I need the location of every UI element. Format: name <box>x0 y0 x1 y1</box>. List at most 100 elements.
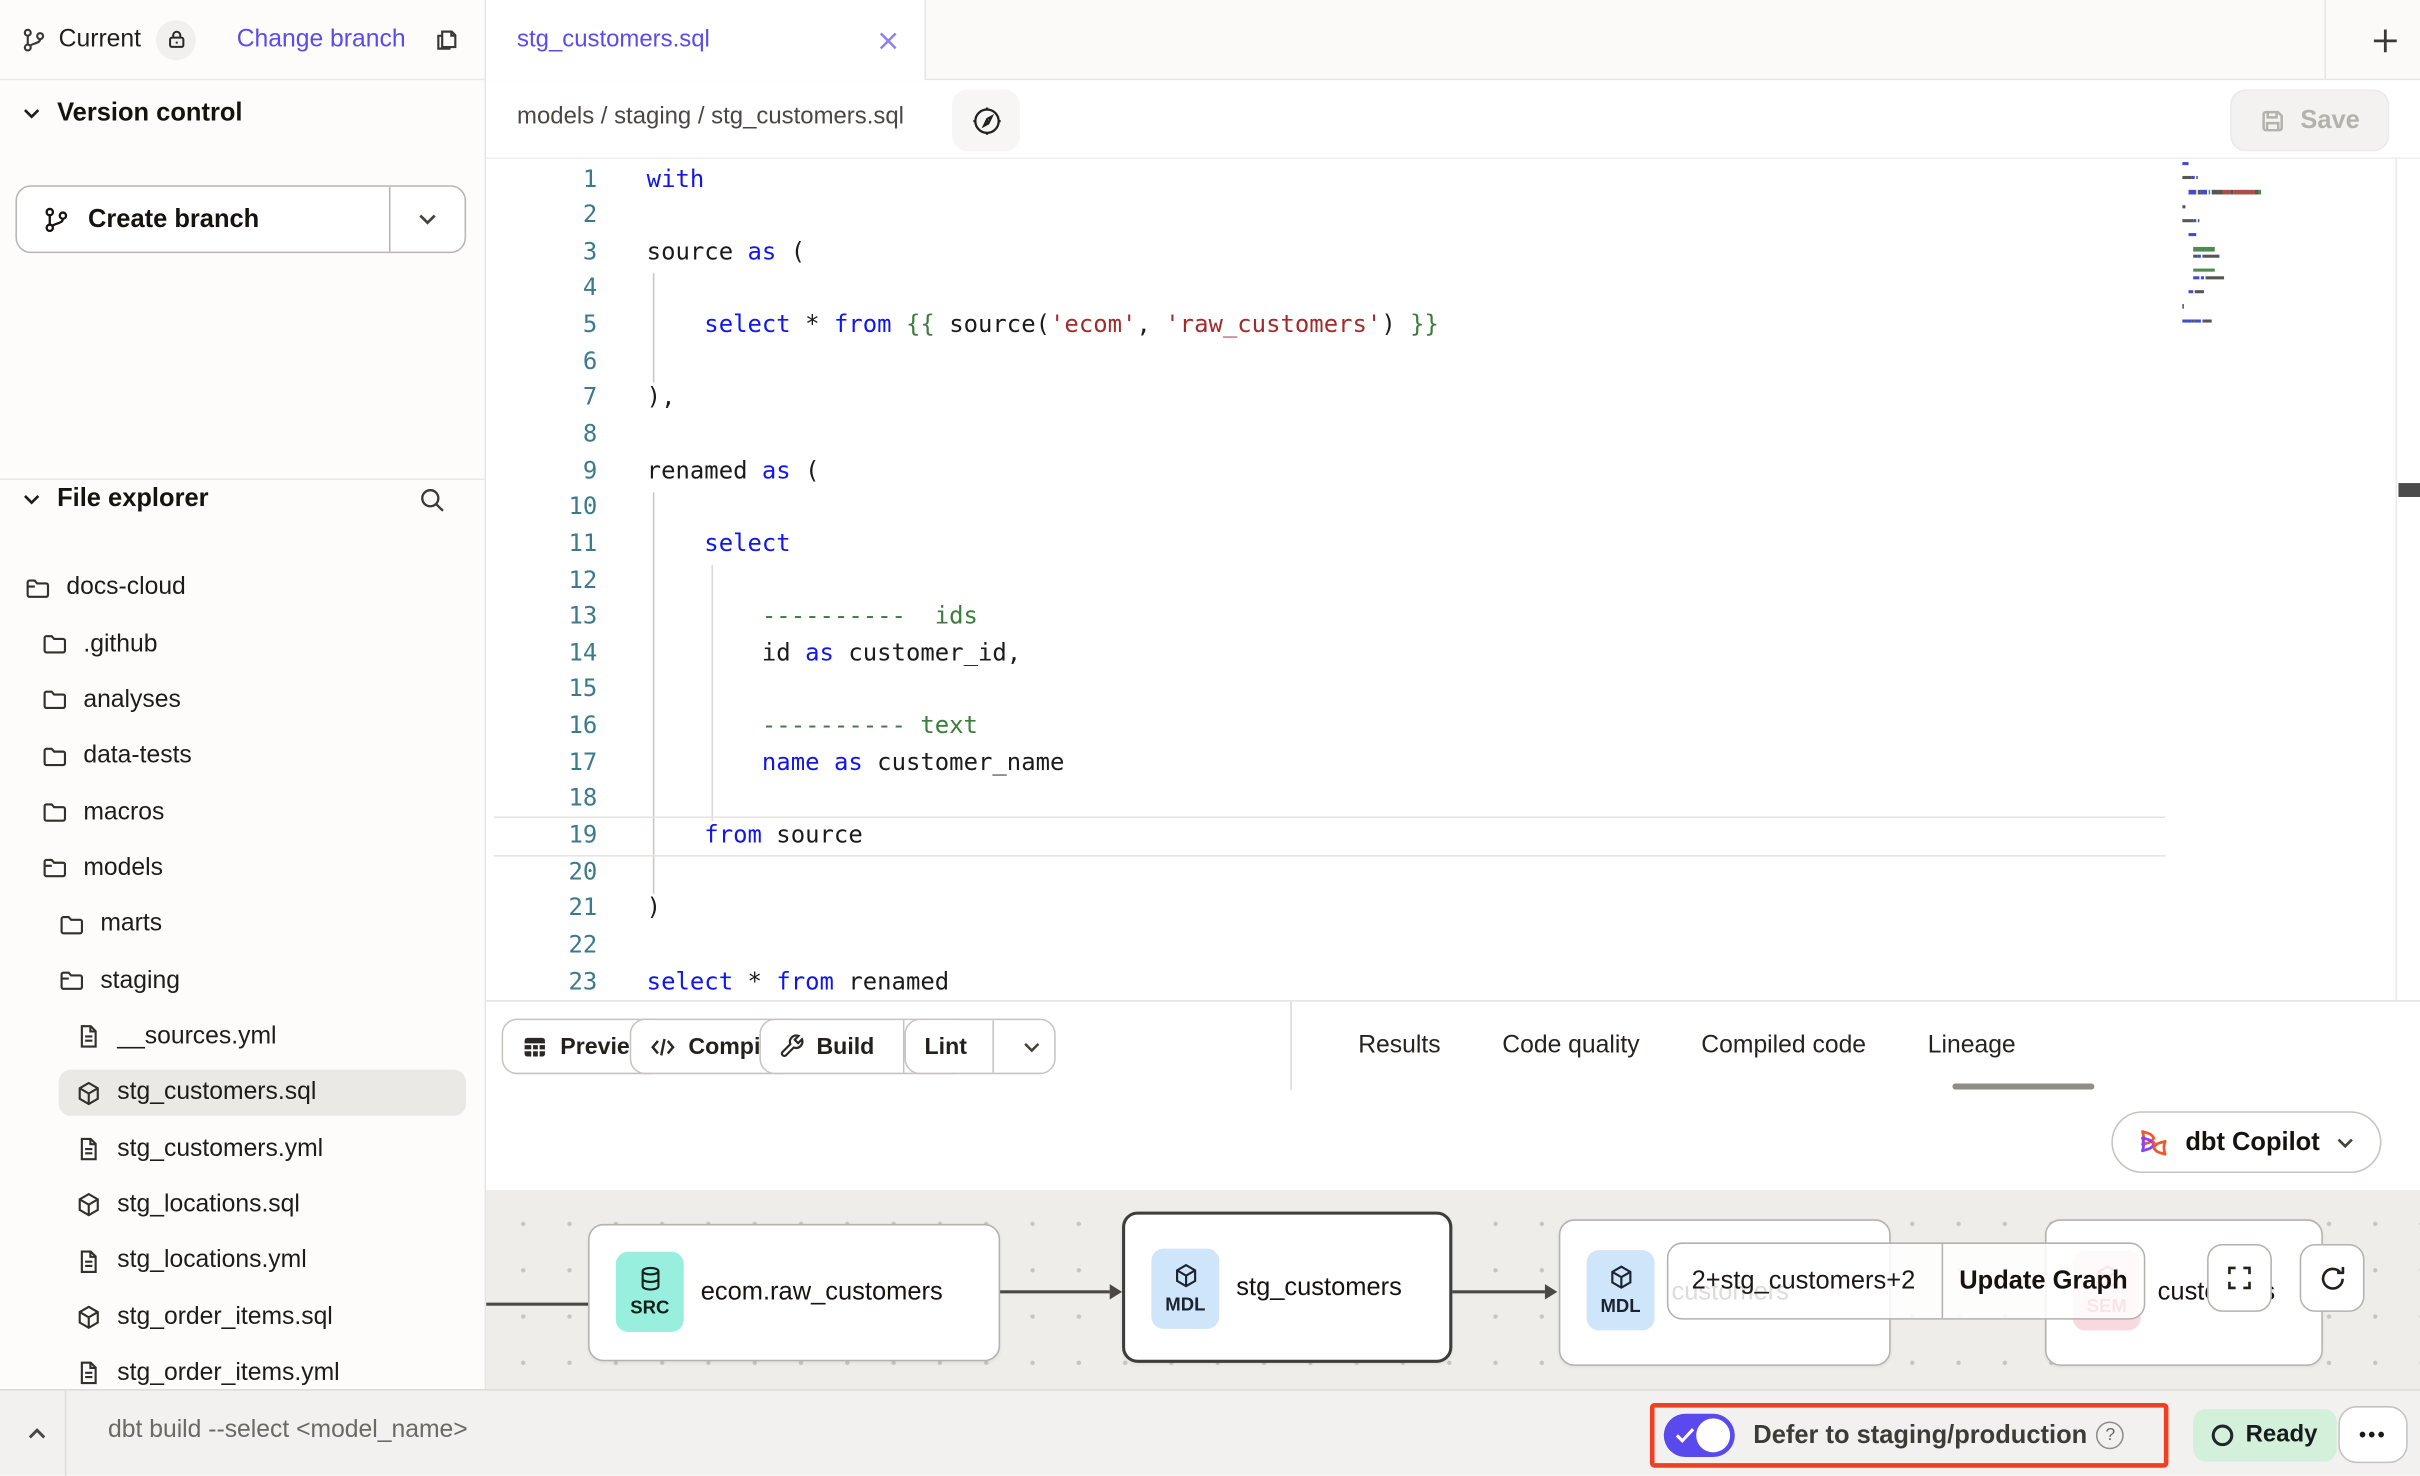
line-number: 20 <box>486 855 597 892</box>
tree-item-stg-customers-sql[interactable]: stg_customers.sql <box>0 1065 485 1121</box>
tree-item-label: .github <box>83 631 157 659</box>
ellipsis-icon: ••• <box>2359 1423 2387 1446</box>
refresh-button[interactable] <box>2300 1244 2365 1312</box>
badge-label: SRC <box>630 1296 669 1318</box>
lineage-node-stg-customers[interactable]: MDL stg_customers <box>1122 1212 1452 1363</box>
code-text: with <box>597 164 704 192</box>
tree-item-stg-locations-sql[interactable]: stg_locations.sql <box>0 1177 485 1233</box>
defer-toggle[interactable] <box>1664 1414 1735 1457</box>
code-line-19[interactable]: 19 from source <box>486 818 2420 854</box>
code-line-23[interactable]: 23select * from renamed <box>486 964 2420 1000</box>
create-branch-button[interactable]: Create branch <box>15 185 466 253</box>
toolbar-divider <box>1290 1002 1292 1092</box>
code-line-15[interactable]: 15 <box>486 672 2420 708</box>
tree-item-docs-cloud[interactable]: docs-cloud <box>0 560 485 616</box>
version-control-header[interactable]: Version control <box>22 99 243 128</box>
lineage-canvas[interactable]: SRC ecom.raw_customers MDL stg_customers… <box>486 1190 2420 1389</box>
create-branch-label: Create branch <box>88 205 259 234</box>
lint-dropdown[interactable] <box>1006 1036 1054 1056</box>
code-line-20[interactable]: 20 <box>486 855 2420 891</box>
create-branch-dropdown[interactable] <box>390 187 464 252</box>
code-line-3[interactable]: 3source as ( <box>486 234 2420 270</box>
folder-icon <box>42 631 68 657</box>
file-explorer-header[interactable]: File explorer <box>22 485 465 514</box>
update-graph-button[interactable]: Update Graph <box>1943 1266 2144 1295</box>
file-explorer-title: File explorer <box>57 485 208 514</box>
chevron-down-icon <box>2335 1132 2355 1152</box>
tree-item-data-tests[interactable]: data-tests <box>0 729 485 785</box>
collapse-panel-button[interactable] <box>15 1412 58 1455</box>
action-toolbar: Preview Compile Build Lint Resul <box>486 1000 2420 1090</box>
copy-icon[interactable] <box>433 26 459 52</box>
code-line-18[interactable]: 18 <box>486 782 2420 818</box>
lint-button[interactable]: Lint <box>904 1019 1055 1075</box>
code-line-22[interactable]: 22 <box>486 928 2420 964</box>
tree-item-analyses[interactable]: analyses <box>0 672 485 728</box>
scrollbar-thumb[interactable] <box>2398 483 2420 497</box>
code-text <box>597 420 646 448</box>
code-line-4[interactable]: 4 <box>486 271 2420 307</box>
fullscreen-button[interactable] <box>2207 1244 2272 1312</box>
tree-item--github[interactable]: .github <box>0 616 485 672</box>
code-editor[interactable]: 1with23source as (45 select * from {{ so… <box>486 159 2420 1000</box>
change-branch-link[interactable]: Change branch <box>237 25 406 53</box>
code-line-21[interactable]: 21) <box>486 891 2420 927</box>
line-number: 11 <box>486 526 597 563</box>
tree-item-macros[interactable]: macros <box>0 785 485 841</box>
lineage-node-source[interactable]: SRC ecom.raw_customers <box>588 1224 1000 1361</box>
code-line-5[interactable]: 5 select * from {{ source('ecom', 'raw_c… <box>486 307 2420 343</box>
search-icon[interactable] <box>418 485 446 513</box>
code-line-6[interactable]: 6 <box>486 344 2420 380</box>
tab-code-quality[interactable]: Code quality <box>1502 1033 1639 1061</box>
tree-item-stg-locations-yml[interactable]: stg_locations.yml <box>0 1233 485 1289</box>
dbt-cloud-ide: Current Change branch Version control <box>0 0 2420 1475</box>
code-line-10[interactable]: 10 <box>486 490 2420 526</box>
code-line-9[interactable]: 9renamed as ( <box>486 453 2420 489</box>
tree-item-models[interactable]: models <box>0 841 485 897</box>
code-line-11[interactable]: 11 select <box>486 526 2420 562</box>
tree-item-marts[interactable]: marts <box>0 897 485 953</box>
tree-item-staging[interactable]: staging <box>0 953 485 1009</box>
help-icon[interactable]: ? <box>2096 1421 2124 1449</box>
code-line-1[interactable]: 1with <box>486 161 2420 197</box>
tree-item-stg-order-items-yml[interactable]: stg_order_items.yml <box>0 1346 485 1390</box>
code-line-14[interactable]: 14 id as customer_id, <box>486 636 2420 672</box>
lineage-selector-input[interactable]: 2+stg_customers+2 <box>1668 1266 1940 1295</box>
code-icon <box>650 1033 676 1059</box>
code-line-16[interactable]: 16 ---------- text <box>486 709 2420 745</box>
build-label: Build <box>816 1033 874 1059</box>
tab-stg-customers-sql[interactable]: stg_customers.sql <box>486 0 926 80</box>
dbt-copilot-button[interactable]: dbt Copilot <box>2111 1111 2381 1173</box>
copilot-compass-button[interactable] <box>952 90 1020 152</box>
create-branch-main[interactable]: Create branch <box>17 187 388 252</box>
code-text: id as customer_id, <box>597 639 1021 667</box>
code-line-12[interactable]: 12 <box>486 563 2420 599</box>
tree-item--sources-yml[interactable]: __sources.yml <box>0 1009 485 1065</box>
code-lines[interactable]: 1with23source as (45 select * from {{ so… <box>486 161 2420 1000</box>
minimap[interactable] <box>2179 162 2398 335</box>
code-text <box>597 201 646 229</box>
new-tab-button[interactable] <box>2357 12 2413 68</box>
branch-readonly-chip <box>156 19 196 59</box>
save-button[interactable]: Save <box>2231 90 2389 152</box>
tab-lineage[interactable]: Lineage <box>1928 1033 2016 1061</box>
code-line-7[interactable]: 7), <box>486 380 2420 416</box>
close-tab-icon[interactable] <box>877 29 900 52</box>
command-input[interactable]: dbt build --select <model_name> <box>108 1417 468 1445</box>
code-line-2[interactable]: 2 <box>486 198 2420 234</box>
tree-item-label: data-tests <box>83 743 191 771</box>
dbt-copilot-logo-icon <box>2138 1126 2170 1158</box>
file-icon <box>76 1360 102 1386</box>
code-line-8[interactable]: 8 <box>486 417 2420 453</box>
code-line-13[interactable]: 13 ---------- ids <box>486 599 2420 635</box>
code-text <box>597 675 646 703</box>
tree-item-label: __sources.yml <box>117 1023 276 1051</box>
tab-results[interactable]: Results <box>1358 1033 1440 1061</box>
more-options-button[interactable]: ••• <box>2338 1406 2407 1463</box>
branch-bar: Current Change branch <box>0 0 485 80</box>
tab-compiled-code[interactable]: Compiled code <box>1701 1033 1866 1061</box>
tree-item-stg-customers-yml[interactable]: stg_customers.yml <box>0 1121 485 1177</box>
model-badge: MDL <box>1587 1250 1655 1330</box>
code-line-17[interactable]: 17 name as customer_name <box>486 745 2420 781</box>
tree-item-stg-order-items-sql[interactable]: stg_order_items.sql <box>0 1289 485 1345</box>
